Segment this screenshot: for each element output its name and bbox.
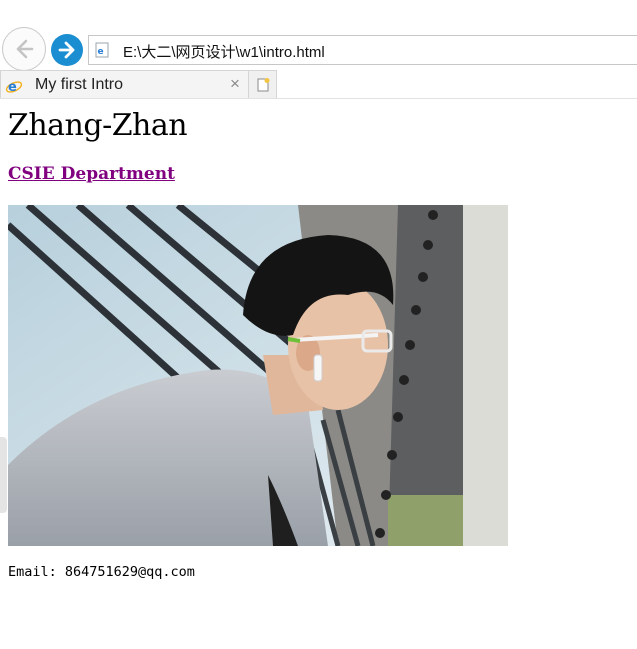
email-text: Email: 864751629@qq.com: [8, 564, 195, 580]
address-bar[interactable]: e E:\大二\网页设计\w1\intro.html: [88, 35, 637, 65]
tab-strip: e My first Intro ×: [0, 70, 637, 99]
svg-text:e: e: [98, 47, 104, 57]
new-tab-button[interactable]: [249, 70, 277, 99]
chrome-divider: [0, 98, 637, 99]
forward-arrow-icon: [58, 41, 75, 59]
browser-toolbar: e E:\大二\网页设计\w1\intro.html: [0, 25, 637, 71]
profile-photo: [8, 205, 508, 546]
tab-close-icon[interactable]: ×: [230, 74, 240, 94]
tab-title: My first Intro: [35, 76, 124, 93]
svg-text:e: e: [8, 80, 17, 95]
ie-page-icon: e: [95, 42, 109, 58]
new-tab-icon: [257, 77, 269, 91]
back-button[interactable]: [2, 27, 46, 71]
department-link[interactable]: CSIE Department: [8, 164, 175, 184]
forward-button[interactable]: [51, 34, 83, 66]
tab-my-first-intro[interactable]: e My first Intro ×: [0, 70, 249, 99]
page-title: Zhang-Zhan: [8, 108, 188, 143]
ie-page-icon: e: [5, 80, 23, 95]
back-arrow-icon: [16, 39, 34, 59]
address-text: E:\大二\网页设计\w1\intro.html: [123, 44, 325, 61]
side-panel-handle[interactable]: [0, 437, 7, 513]
